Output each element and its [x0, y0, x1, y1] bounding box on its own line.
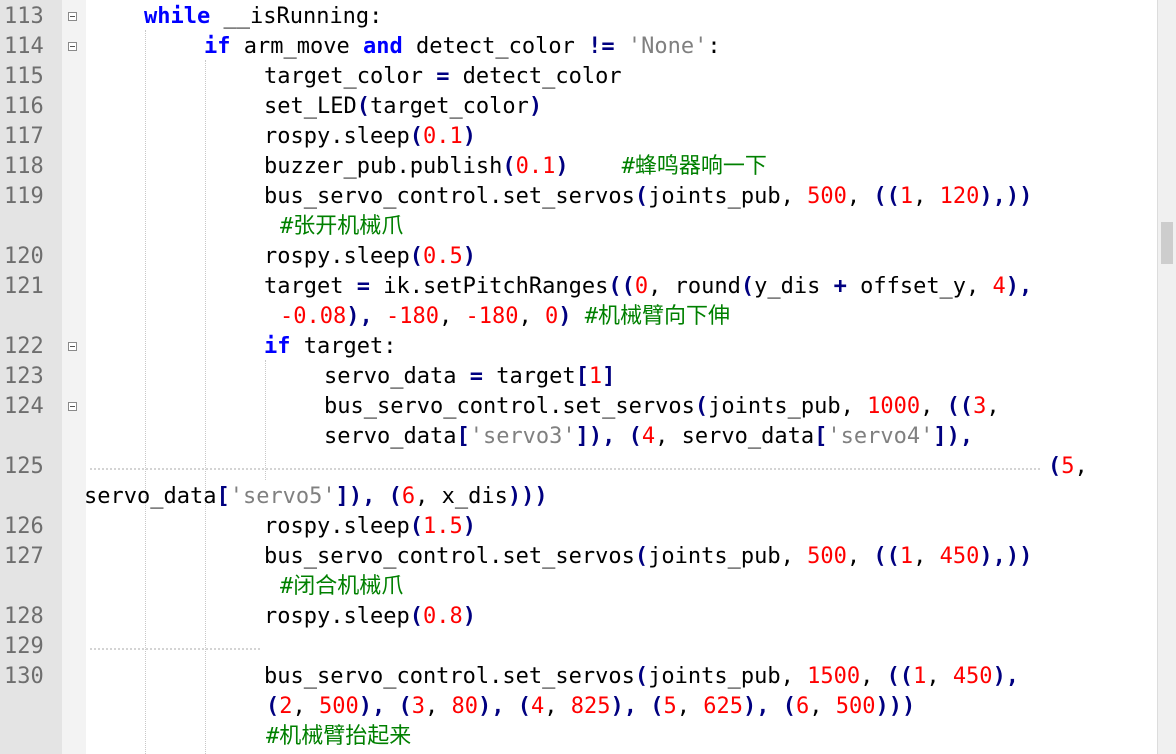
code-comment: #闭合机械爪 [280, 574, 404, 599]
code-line-118[interactable]: 118 buzzer_pub.publish(0.1) #蜂鸣器响一下 [0, 152, 1158, 182]
fold-toggle-icon[interactable] [68, 402, 77, 411]
code-text: rospy.sleep(0.8) [264, 604, 476, 629]
line-number: 122 [4, 334, 44, 359]
code-text: servo_data = target[1] [324, 364, 616, 389]
code-line-130[interactable]: 130 bus_servo_control.set_servos(joints_… [0, 662, 1158, 692]
line-number: 129 [4, 634, 44, 659]
code-text: buzzer_pub.publish(0.1) #蜂鸣器响一下 [264, 154, 767, 179]
code-line-113[interactable]: 113 while __isRunning: [0, 2, 1158, 32]
code-text: (2, 500), (3, 80), (4, 825), (5, 625), (… [266, 694, 916, 719]
line-number: 118 [4, 154, 44, 179]
line-number: 126 [4, 514, 44, 539]
code-text: bus_servo_control.set_servos(joints_pub,… [264, 544, 1033, 569]
code-line-125-wrap[interactable]: servo_data['servo5']), (6, x_dis))) [0, 482, 1158, 512]
fold-toggle-icon[interactable] [68, 12, 77, 21]
line-number: 121 [4, 274, 44, 299]
code-line-121-wrap[interactable]: -0.08), -180, -180, 0) #机械臂向下伸 [0, 302, 1158, 332]
code-line-119-wrap[interactable]: #张开机械爪 [0, 212, 1158, 242]
code-comment: #张开机械爪 [280, 214, 404, 239]
whitespace-marker [90, 468, 1040, 470]
code-comment: #机械臂向下伸 [584, 304, 730, 329]
code-text: servo_data['servo5']), (6, x_dis))) [84, 484, 548, 509]
code-text: if arm_move and detect_color != 'None': [204, 34, 721, 59]
line-number: 130 [4, 664, 44, 689]
code-comment: #蜂鸣器响一下 [621, 154, 767, 179]
code-line-120[interactable]: 120 rospy.sleep(0.5) [0, 242, 1158, 272]
line-number: 119 [4, 184, 44, 209]
line-number: 124 [4, 394, 44, 419]
code-text: if target: [264, 334, 397, 359]
code-line-126[interactable]: 126 rospy.sleep(1.5) [0, 512, 1158, 542]
line-number: 115 [4, 64, 44, 89]
code-line-130-wrap[interactable]: (2, 500), (3, 80), (4, 825), (5, 625), (… [0, 692, 1158, 722]
code-text: (5, [1048, 454, 1088, 479]
line-number: 120 [4, 244, 44, 269]
code-text: rospy.sleep(1.5) [264, 514, 476, 539]
scrollbar-thumb[interactable] [1161, 222, 1173, 264]
code-text: bus_servo_control.set_servos(joints_pub,… [264, 664, 1020, 689]
line-number: 123 [4, 364, 44, 389]
fold-toggle-icon[interactable] [68, 42, 77, 51]
code-line-119[interactable]: 119 bus_servo_control.set_servos(joints_… [0, 182, 1158, 212]
code-text: while __isRunning: [144, 4, 383, 29]
code-line-117[interactable]: 117 rospy.sleep(0.1) [0, 122, 1158, 152]
code-text: #机械臂抬起来 [266, 722, 411, 752]
line-number: 113 [4, 4, 44, 29]
code-line-125[interactable]: 125 (5, [0, 452, 1158, 482]
code-line-116[interactable]: 116 set_LED(target_color) [0, 92, 1158, 122]
code-editor[interactable]: 113 while __isRunning: 114 if arm_move a… [0, 0, 1176, 754]
line-number: 114 [4, 34, 44, 59]
code-line-128[interactable]: 128 rospy.sleep(0.8) [0, 602, 1158, 632]
code-text: #张开机械爪 [280, 212, 403, 242]
code-comment: #机械臂抬起来 [266, 724, 412, 749]
vertical-scrollbar[interactable] [1157, 0, 1176, 754]
code-line-114[interactable]: 114 if arm_move and detect_color != 'Non… [0, 32, 1158, 62]
code-line-123[interactable]: 123 servo_data = target[1] [0, 362, 1158, 392]
code-text: target_color = detect_color [264, 64, 622, 89]
line-number: 116 [4, 94, 44, 119]
code-text: target = ik.setPitchRanges((0, round(y_d… [264, 274, 1033, 299]
code-text: set_LED(target_color) [264, 94, 543, 119]
code-line-129[interactable]: 129 [0, 632, 1158, 662]
code-text: servo_data['servo3']), (4, servo_data['s… [324, 424, 974, 449]
code-text: rospy.sleep(0.1) [264, 124, 476, 149]
code-text: rospy.sleep(0.5) [264, 244, 476, 269]
line-number: 128 [4, 604, 44, 629]
code-text: bus_servo_control.set_servos(joints_pub,… [264, 184, 1033, 209]
code-line-122[interactable]: 122 if target: [0, 332, 1158, 362]
code-line-115[interactable]: 115 target_color = detect_color [0, 62, 1158, 92]
line-number: 117 [4, 124, 44, 149]
code-line-124-wrap[interactable]: servo_data['servo3']), (4, servo_data['s… [0, 422, 1158, 452]
fold-toggle-icon[interactable] [68, 342, 77, 351]
line-number: 125 [4, 454, 44, 479]
line-number: 127 [4, 544, 44, 569]
code-text: #闭合机械爪 [280, 572, 403, 602]
code-text: bus_servo_control.set_servos(joints_pub,… [324, 394, 1000, 419]
code-line-130-wrap-2[interactable]: #机械臂抬起来 [0, 722, 1158, 752]
code-line-124[interactable]: 124 bus_servo_control.set_servos(joints_… [0, 392, 1158, 422]
code-line-127-wrap[interactable]: #闭合机械爪 [0, 572, 1158, 602]
whitespace-marker [90, 648, 260, 650]
code-line-121[interactable]: 121 target = ik.setPitchRanges((0, round… [0, 272, 1158, 302]
code-line-127[interactable]: 127 bus_servo_control.set_servos(joints_… [0, 542, 1158, 572]
code-text: -0.08), -180, -180, 0) #机械臂向下伸 [280, 304, 730, 329]
